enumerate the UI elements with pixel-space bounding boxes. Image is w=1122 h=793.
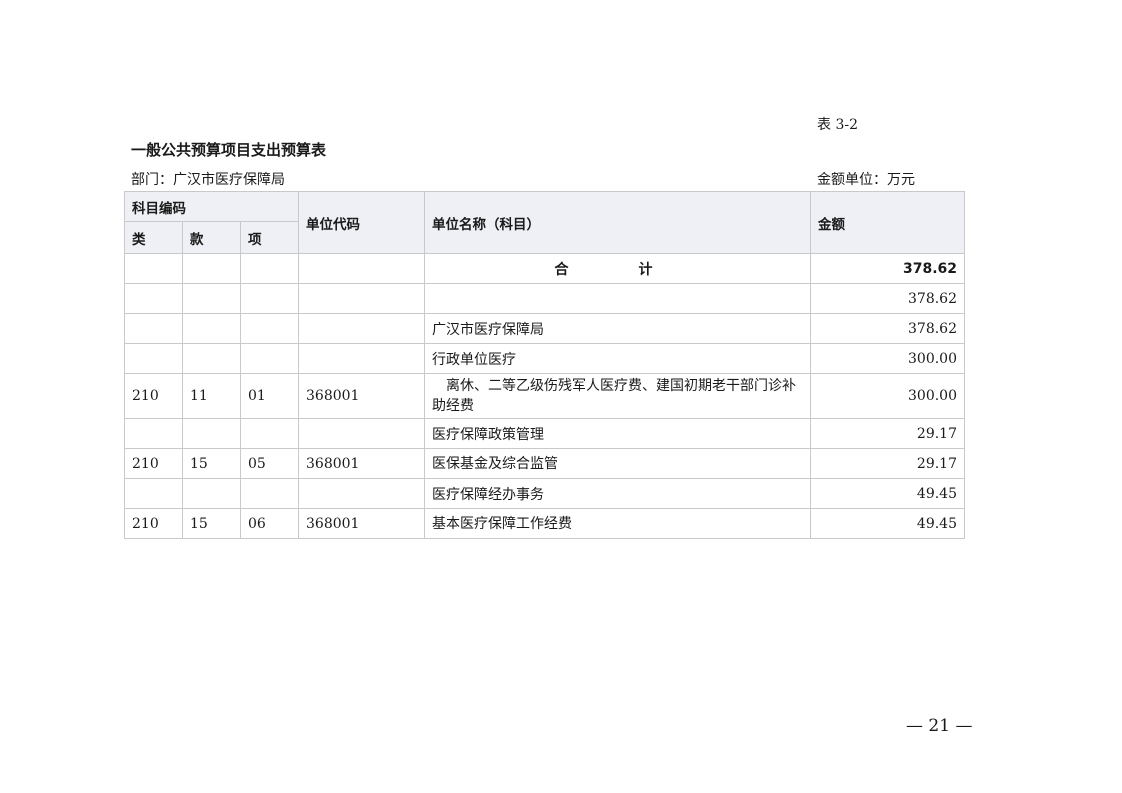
cell-amount: 378.62 [810, 253, 965, 284]
cell-xiang [240, 478, 299, 509]
cell-lei [124, 283, 183, 314]
cell-kuan [182, 418, 241, 449]
cell-unit-code [298, 253, 425, 284]
cell-lei [124, 343, 183, 374]
cell-xiang: 06 [240, 508, 299, 539]
department-label: 部门：广汉市医疗保障局 [131, 172, 285, 188]
amount-unit-label: 金额单位：万元 [817, 172, 915, 188]
cell-amount: 378.62 [810, 283, 965, 314]
cell-unit-name: 医保基金及综合监管 [424, 448, 811, 479]
cell-lei: 210 [124, 508, 183, 539]
cell-kuan: 15 [182, 508, 241, 539]
header-subject-code: 科目编码 [124, 191, 299, 222]
cell-lei [124, 313, 183, 344]
cell-xiang [240, 418, 299, 449]
cell-unit-name: 广汉市医疗保障局 [424, 313, 811, 344]
cell-amount: 49.45 [810, 508, 965, 539]
cell-unit-name: 合 计 [424, 253, 811, 284]
cell-kuan [182, 478, 241, 509]
table-row: 210 11 01 368001 离休、二等乙级伤残军人医疗费、建国初期老干部门… [124, 373, 965, 419]
cell-unit-name: 医疗保障经办事务 [424, 478, 811, 509]
cell-amount: 300.00 [810, 343, 965, 374]
table-row: 医疗保障经办事务 49.45 [124, 478, 965, 509]
table-row-total: 合 计 378.62 [124, 253, 965, 284]
table-row: 378.62 [124, 283, 965, 314]
cell-amount: 300.00 [810, 373, 965, 419]
cell-unit-code: 368001 [298, 448, 425, 479]
cell-unit-code [298, 418, 425, 449]
cell-amount: 49.45 [810, 478, 965, 509]
cell-xiang [240, 253, 299, 284]
cell-unit-code [298, 343, 425, 374]
table-row: 行政单位医疗 300.00 [124, 343, 965, 374]
cell-amount: 378.62 [810, 313, 965, 344]
cell-kuan: 15 [182, 448, 241, 479]
cell-unit-name: 基本医疗保障工作经费 [424, 508, 811, 539]
cell-unit-code: 368001 [298, 508, 425, 539]
total-label: 合 计 [554, 261, 681, 278]
table-row: 210 15 06 368001 基本医疗保障工作经费 49.45 [124, 508, 965, 539]
cell-amount: 29.17 [810, 448, 965, 479]
cell-unit-code [298, 283, 425, 314]
cell-xiang [240, 343, 299, 374]
page-number: — 21 — [906, 716, 973, 736]
cell-lei [124, 253, 183, 284]
header-unit-code: 单位代码 [298, 191, 425, 254]
document-title: 一般公共预算项目支出预算表 [131, 141, 327, 159]
header-xiang: 项 [240, 221, 299, 254]
cell-unit-name [424, 283, 811, 314]
cell-unit-name: 离休、二等乙级伤残军人医疗费、建国初期老干部门诊补助经费 [424, 373, 811, 419]
cell-amount: 29.17 [810, 418, 965, 449]
cell-kuan [182, 253, 241, 284]
cell-lei: 210 [124, 373, 183, 419]
cell-xiang [240, 313, 299, 344]
table-row: 210 15 05 368001 医保基金及综合监管 29.17 [124, 448, 965, 479]
header-kuan: 款 [182, 221, 241, 254]
budget-table: 科目编码 单位代码 单位名称（科目） 金额 类 款 项 合 计 378.62 3… [124, 191, 965, 539]
cell-lei [124, 418, 183, 449]
header-unit-name: 单位名称（科目） [424, 191, 811, 254]
cell-unit-code: 368001 [298, 373, 425, 419]
header-amount: 金额 [810, 191, 965, 254]
table-row: 广汉市医疗保障局 378.62 [124, 313, 965, 344]
table-row: 医疗保障政策管理 29.17 [124, 418, 965, 449]
cell-unit-code [298, 313, 425, 344]
cell-kuan: 11 [182, 373, 241, 419]
cell-unit-code [298, 478, 425, 509]
table-number: 表 3-2 [817, 117, 858, 133]
cell-unit-name: 医疗保障政策管理 [424, 418, 811, 449]
cell-kuan [182, 283, 241, 314]
cell-xiang: 05 [240, 448, 299, 479]
cell-xiang: 01 [240, 373, 299, 419]
header-lei: 类 [124, 221, 183, 254]
cell-lei: 210 [124, 448, 183, 479]
cell-kuan [182, 343, 241, 374]
cell-lei [124, 478, 183, 509]
cell-unit-name: 行政单位医疗 [424, 343, 811, 374]
cell-xiang [240, 283, 299, 314]
cell-kuan [182, 313, 241, 344]
